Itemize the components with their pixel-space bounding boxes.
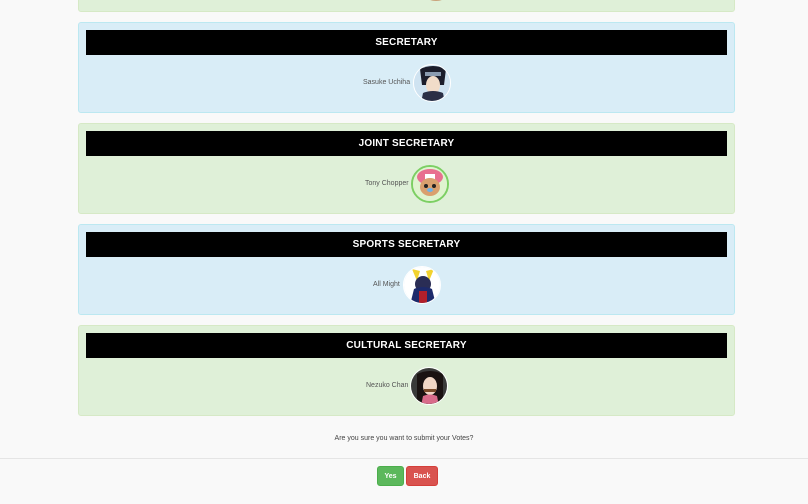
position-title-bar: CULTURAL SECRETARY bbox=[86, 333, 727, 358]
candidate-name: Nezuko Chan bbox=[366, 382, 409, 389]
candidate-avatar[interactable] bbox=[410, 367, 448, 405]
position-panel-secretary: SECRETARY Sasuke Uchiha bbox=[78, 22, 735, 113]
candidate-row[interactable]: Tony Chopper bbox=[79, 165, 734, 205]
candidate-name: All Might bbox=[373, 281, 400, 288]
candidate-row[interactable]: Sasuke Uchiha bbox=[79, 64, 734, 104]
candidate-row[interactable]: All Might bbox=[79, 266, 734, 306]
position-panel-cultural-secretary: CULTURAL SECRETARY Nezuko Chan bbox=[78, 325, 735, 416]
position-title-bar: SPORTS SECRETARY bbox=[86, 232, 727, 257]
candidate-avatar[interactable] bbox=[411, 165, 449, 203]
footer-divider bbox=[0, 458, 808, 459]
previous-candidate-avatar bbox=[427, 0, 445, 1]
position-panel-joint-secretary: JOINT SECRETARY Tony Chopper bbox=[78, 123, 735, 214]
candidate-avatar[interactable] bbox=[413, 64, 451, 102]
candidate-name: Tony Chopper bbox=[365, 180, 409, 187]
position-title-bar: JOINT SECRETARY bbox=[86, 131, 727, 156]
candidate-name: Sasuke Uchiha bbox=[363, 79, 411, 86]
position-title: CULTURAL SECRETARY bbox=[346, 340, 467, 351]
position-title-bar: SECRETARY bbox=[86, 30, 727, 55]
yes-button[interactable]: Yes bbox=[377, 466, 404, 486]
position-panel-sports-secretary: SPORTS SECRETARY All Might bbox=[78, 224, 735, 315]
candidate-avatar[interactable] bbox=[403, 266, 441, 304]
position-title: JOINT SECRETARY bbox=[358, 138, 455, 149]
previous-position-panel bbox=[78, 0, 735, 12]
back-button[interactable]: Back bbox=[406, 466, 438, 486]
confirm-question: Are you sure you want to submit your Vot… bbox=[334, 435, 474, 442]
position-title: SECRETARY bbox=[375, 37, 438, 48]
candidate-row[interactable]: Nezuko Chan bbox=[79, 367, 734, 407]
position-title: SPORTS SECRETARY bbox=[352, 239, 461, 250]
